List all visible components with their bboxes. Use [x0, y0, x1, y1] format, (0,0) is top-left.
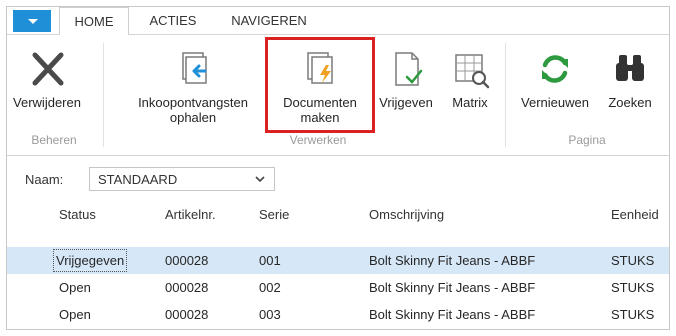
refresh-button[interactable]: Vernieuwen	[513, 43, 597, 127]
table-row[interactable]: Open 000028 003 Bolt Skinny Fit Jeans - …	[7, 301, 669, 328]
highlight-box	[265, 37, 375, 133]
ribbon-divider	[7, 155, 669, 156]
app-window: HOME ACTIES NAVIGEREN Verwijderen Inkoop…	[6, 6, 670, 330]
chevron-down-icon	[255, 176, 265, 183]
cell-artikelnr[interactable]: 000028	[165, 253, 208, 268]
app-menu-button[interactable]	[13, 10, 51, 32]
get-receipts-icon	[182, 52, 207, 84]
cell-artikelnr[interactable]: 000028	[165, 307, 208, 322]
group-label-verwerken: Verwerken	[289, 133, 347, 147]
delete-button-label: Verwijderen	[13, 95, 81, 110]
matrix-button[interactable]: Matrix	[443, 43, 497, 127]
release-document-icon	[395, 52, 423, 86]
matrix-label: Matrix	[452, 95, 488, 110]
cell-omschrijving[interactable]: Bolt Skinny Fit Jeans - ABBF	[369, 307, 535, 322]
cell-status[interactable]: Open	[59, 280, 91, 295]
tab-acties[interactable]: ACTIES	[137, 7, 209, 35]
table-row[interactable]: Vrijgegeven 000028 001 Bolt Skinny Fit J…	[7, 247, 669, 274]
column-header-serie[interactable]: Serie	[259, 207, 289, 222]
matrix-icon	[455, 54, 490, 89]
cell-omschrijving[interactable]: Bolt Skinny Fit Jeans - ABBF	[369, 253, 535, 268]
cell-eenheid[interactable]: STUKS	[611, 253, 654, 268]
cell-status[interactable]: Vrijgegeven	[53, 249, 128, 272]
delete-x-icon	[32, 52, 64, 86]
name-label: Naam:	[25, 172, 64, 187]
name-select-value: STANDAARD	[98, 172, 178, 187]
delete-button[interactable]: Verwijderen	[9, 43, 85, 127]
get-receipts-label: Inkoopontvangsten ophalen	[138, 95, 248, 125]
column-header-artikelnr[interactable]: Artikelnr.	[165, 207, 216, 222]
column-header-omschrijving[interactable]: Omschrijving	[369, 207, 444, 222]
group-separator	[103, 43, 104, 147]
cell-eenheid[interactable]: STUKS	[611, 280, 654, 295]
chevron-down-icon	[28, 19, 38, 24]
refresh-icon	[542, 55, 568, 83]
column-header-eenheid[interactable]: Eenheid	[611, 207, 659, 222]
tab-home[interactable]: HOME	[59, 7, 129, 36]
get-receipts-button[interactable]: Inkoopontvangsten ophalen	[123, 43, 263, 127]
cell-eenheid[interactable]: STUKS	[611, 307, 654, 322]
group-label-beheren: Beheren	[31, 133, 77, 147]
cell-serie[interactable]: 003	[259, 307, 281, 322]
search-label: Zoeken	[608, 95, 652, 110]
cell-status[interactable]: Open	[59, 307, 91, 322]
release-button[interactable]: Vrijgeven	[371, 43, 441, 127]
cell-artikelnr[interactable]: 000028	[165, 280, 208, 295]
cell-serie[interactable]: 002	[259, 280, 281, 295]
search-button[interactable]: Zoeken	[599, 43, 661, 127]
table-header: Status Artikelnr. Serie Omschrijving Een…	[7, 203, 669, 229]
name-row: Naam: STANDAARD	[7, 167, 669, 193]
group-separator	[505, 43, 506, 147]
ribbon-tabs: HOME ACTIES NAVIGEREN	[7, 7, 669, 36]
name-select[interactable]: STANDAARD	[89, 167, 275, 191]
tab-navigeren[interactable]: NAVIGEREN	[219, 7, 319, 35]
release-label: Vrijgeven	[379, 95, 433, 110]
cell-omschrijving[interactable]: Bolt Skinny Fit Jeans - ABBF	[369, 280, 535, 295]
table-row[interactable]: Open 000028 002 Bolt Skinny Fit Jeans - …	[7, 274, 669, 301]
cell-serie[interactable]: 001	[259, 253, 281, 268]
group-label-pagina: Pagina	[568, 133, 606, 147]
binoculars-icon	[616, 55, 644, 81]
refresh-label: Vernieuwen	[521, 95, 589, 110]
column-header-status[interactable]: Status	[59, 207, 96, 222]
